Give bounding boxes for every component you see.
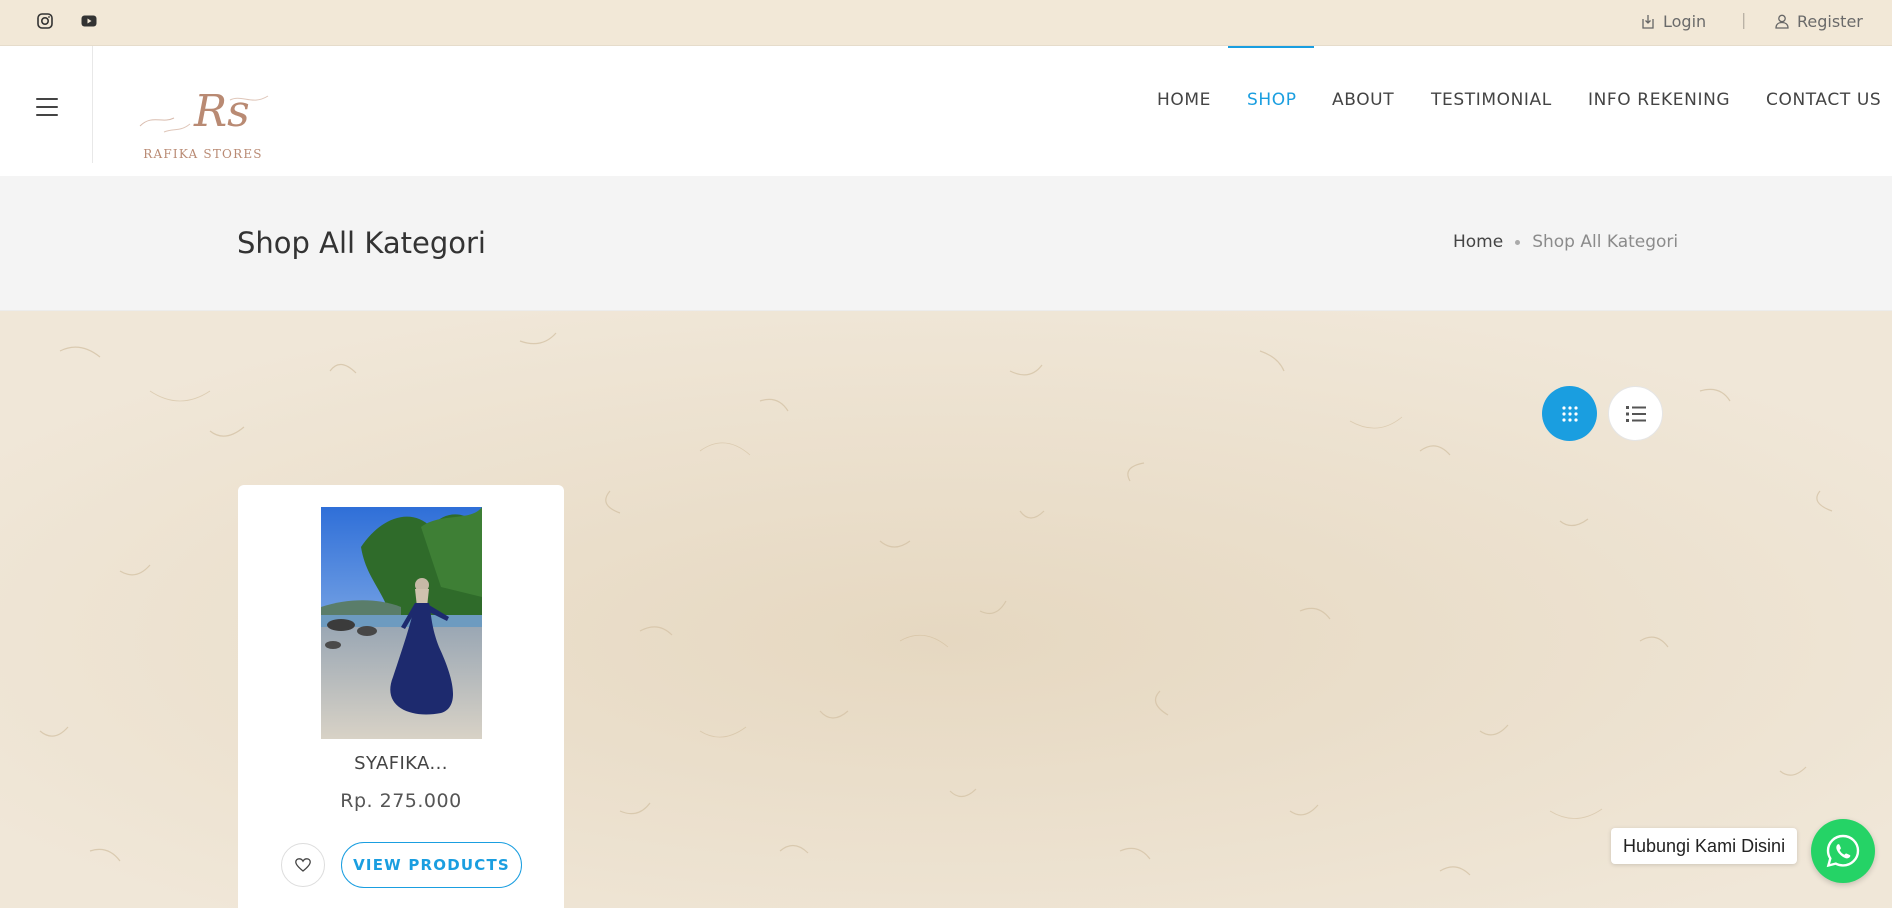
header-divider [92, 46, 93, 163]
breadcrumb-separator [1515, 239, 1521, 245]
view-products-button[interactable]: VIEW PRODUCTS [341, 842, 522, 888]
grid-icon [1561, 405, 1578, 422]
login-link[interactable]: Login [1641, 9, 1706, 33]
register-link[interactable]: Register [1775, 9, 1863, 33]
breadcrumb-current: Shop All Kategori [1532, 232, 1679, 252]
list-view-button[interactable] [1608, 386, 1663, 441]
nav-info-rekening[interactable]: INFO REKENING [1588, 90, 1730, 116]
wishlist-button[interactable] [281, 843, 325, 887]
logo-monogram: Rs [193, 86, 250, 137]
page-title: Shop All Kategori [237, 226, 486, 260]
nav-home[interactable]: HOME [1157, 90, 1211, 116]
breadcrumb-home[interactable]: Home [1453, 232, 1503, 252]
page-title-band: Shop All Kategori Home Shop All Kategori [0, 176, 1892, 311]
nav-contact-us[interactable]: CONTACT US [1766, 90, 1881, 116]
user-icon [1775, 14, 1789, 29]
login-label: Login [1663, 11, 1707, 31]
login-icon [1642, 14, 1654, 29]
instagram-icon[interactable] [34, 10, 56, 32]
whatsapp-button[interactable] [1811, 819, 1875, 883]
youtube-icon[interactable] [78, 10, 100, 32]
active-nav-indicator [1228, 46, 1314, 48]
product-name[interactable]: SYAFIKA... [238, 753, 564, 774]
nav-testimonial[interactable]: TESTIMONIAL [1431, 90, 1552, 116]
shop-content: SYAFIKA... Rp. 275.000 VIEW PRODUCTS [0, 311, 1892, 908]
heart-icon [295, 858, 311, 872]
list-icon [1625, 405, 1646, 422]
register-label: Register [1797, 11, 1863, 31]
topbar-separator: | [1741, 10, 1747, 29]
product-card: SYAFIKA... Rp. 275.000 VIEW PRODUCTS [238, 485, 564, 908]
menu-icon[interactable] [36, 98, 58, 116]
site-header: Rs RAFIKA STORES HOME SHOP ABOUT TESTIMO… [0, 46, 1892, 176]
nav-shop[interactable]: SHOP [1247, 90, 1297, 116]
top-bar: Login | Register [0, 0, 1892, 46]
nav-about[interactable]: ABOUT [1332, 90, 1394, 116]
whatsapp-icon [1826, 834, 1860, 868]
logo-text: RAFIKA STORES [143, 147, 263, 161]
whatsapp-label[interactable]: Hubungi Kami Disini [1611, 828, 1798, 864]
breadcrumb: Home Shop All Kategori [1453, 232, 1678, 252]
product-image[interactable] [321, 507, 482, 739]
logo[interactable]: Rs RAFIKA STORES [134, 66, 274, 166]
product-price: Rp. 275.000 [340, 790, 462, 812]
grid-view-button[interactable] [1542, 386, 1597, 441]
